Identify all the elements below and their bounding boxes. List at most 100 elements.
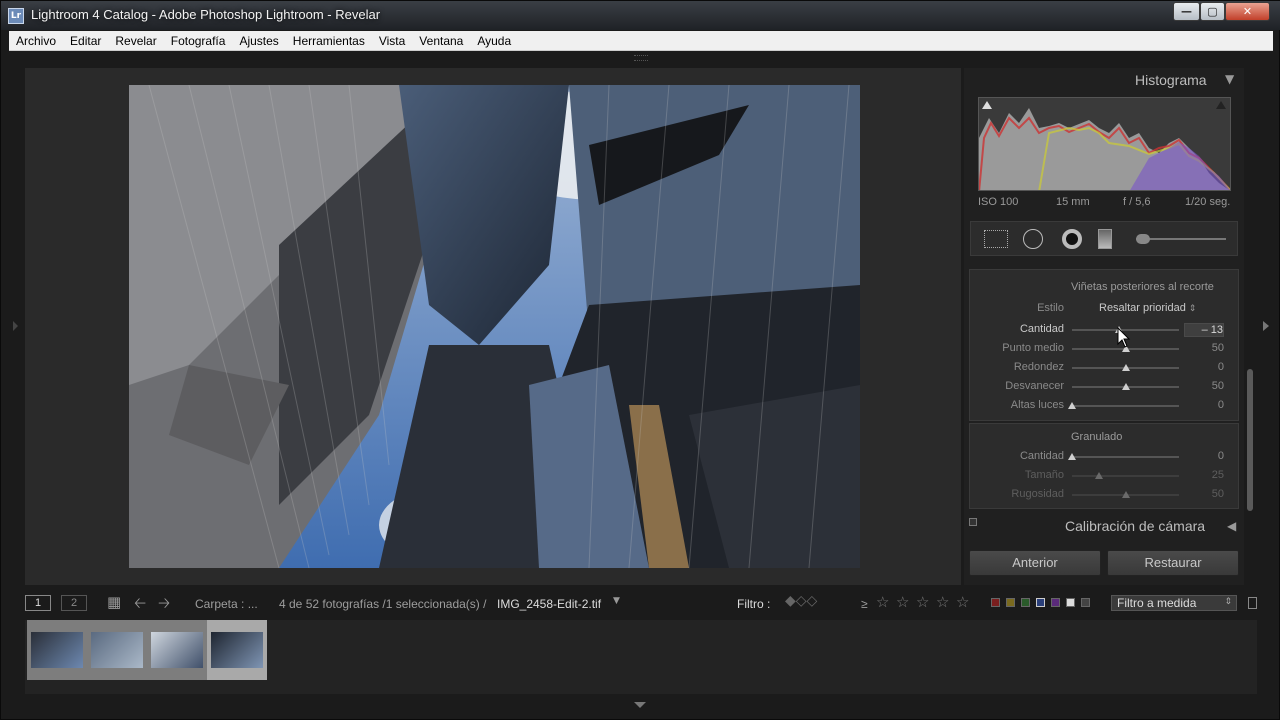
grain-roughness-label: Rugosidad xyxy=(1011,488,1064,500)
previous-button[interactable]: Anterior xyxy=(969,550,1101,576)
grain-amount-slider-thumb[interactable] xyxy=(1068,453,1076,460)
menu-ayuda[interactable]: Ayuda xyxy=(470,34,518,48)
main-image-area[interactable] xyxy=(25,68,961,585)
grain-roughness-value[interactable]: 50 xyxy=(1184,488,1224,500)
photo-preview[interactable] xyxy=(129,85,860,568)
style-select[interactable]: Resaltar prioridad ⇕ xyxy=(1099,302,1196,314)
amount-value[interactable]: – 13 xyxy=(1184,323,1224,337)
filter-preset-select[interactable]: Filtro a medida ⇕ xyxy=(1111,595,1237,611)
grain-size-value[interactable]: 25 xyxy=(1184,469,1224,481)
window-title: Lightroom 4 Catalog - Adobe Photoshop Li… xyxy=(31,7,381,22)
star-filter-2-icon[interactable]: ☆ xyxy=(896,593,909,611)
menu-fotografia[interactable]: Fotografía xyxy=(164,34,233,48)
preset-updown-icon: ⇕ xyxy=(1224,597,1232,607)
top-panel-toggle[interactable] xyxy=(634,55,648,61)
photo-count: 4 de 52 fotografías /1 seleccionada(s) / xyxy=(279,597,487,611)
thumb-image-1 xyxy=(31,632,83,668)
menu-revelar[interactable]: Revelar xyxy=(108,34,163,48)
close-button[interactable]: ✕ xyxy=(1225,2,1270,21)
camera-calibration-title[interactable]: Calibración de cámara xyxy=(1065,518,1205,534)
style-label: Estilo xyxy=(1037,302,1064,314)
calibration-toggle-switch[interactable] xyxy=(969,518,977,526)
feather-value[interactable]: 50 xyxy=(1184,380,1224,392)
main-monitor-button[interactable]: 1 xyxy=(25,595,51,611)
star-filter-3-icon[interactable]: ☆ xyxy=(916,593,929,611)
star-filter-4-icon[interactable]: ☆ xyxy=(936,593,949,611)
minimize-button[interactable]: — xyxy=(1173,2,1200,21)
menu-vista[interactable]: Vista xyxy=(372,34,412,48)
grain-size-slider[interactable] xyxy=(1072,475,1179,477)
grain-amount-slider[interactable] xyxy=(1072,456,1179,458)
feather-label: Desvanecer xyxy=(1005,380,1064,392)
flag-filter-icon[interactable]: ◆◇◇ xyxy=(785,593,817,609)
filter-label: Filtro : xyxy=(737,597,771,611)
color-label-custom-icon[interactable] xyxy=(1066,598,1075,607)
filter-lock-icon[interactable] xyxy=(1248,597,1257,609)
next-arrow-icon[interactable]: 🡢 xyxy=(158,593,170,618)
menu-ajustes[interactable]: Ajustes xyxy=(232,34,285,48)
highlights-value[interactable]: 0 xyxy=(1184,399,1224,411)
highlights-label: Altas luces xyxy=(1010,399,1064,411)
star-filter-1-icon[interactable]: ☆ xyxy=(876,593,889,611)
grain-title: Granulado xyxy=(1071,431,1123,443)
grain-amount-value[interactable]: 0 xyxy=(1184,450,1224,462)
feather-slider-thumb[interactable] xyxy=(1121,383,1130,390)
title-bar[interactable]: Lr Lightroom 4 Catalog - Adobe Photoshop… xyxy=(1,1,1280,30)
crop-icon[interactable] xyxy=(984,230,1008,248)
filter-preset-value: Filtro a medida xyxy=(1117,596,1197,610)
rating-operator[interactable]: ≥ xyxy=(861,597,868,611)
left-panel-toggle-icon[interactable] xyxy=(13,321,18,331)
filmstrip-thumb-1[interactable] xyxy=(27,620,87,680)
highlights-slider-thumb[interactable] xyxy=(1068,402,1076,409)
exif-aperture: f / 5,6 xyxy=(1123,196,1151,208)
previous-arrow-icon[interactable]: 🡠 xyxy=(134,593,146,618)
brush-tip-icon xyxy=(1136,234,1150,244)
minimize-icon: — xyxy=(1181,5,1192,18)
right-panel-scrollbar[interactable] xyxy=(1247,369,1253,511)
spot-removal-icon[interactable] xyxy=(1023,229,1043,249)
color-label-red-icon[interactable] xyxy=(991,598,1000,607)
reset-button[interactable]: Restaurar xyxy=(1107,550,1239,576)
photo-building-image xyxy=(129,85,860,568)
star-filter-5-icon[interactable]: ☆ xyxy=(956,593,969,611)
shadow-clipping-icon[interactable] xyxy=(982,101,992,109)
filmstrip-thumb-2[interactable] xyxy=(87,620,147,680)
color-label-green-icon[interactable] xyxy=(1021,598,1030,607)
grid-view-icon[interactable]: ▦ xyxy=(107,593,121,611)
updown-icon: ⇕ xyxy=(1188,303,1197,313)
menu-ventana[interactable]: Ventana xyxy=(412,34,470,48)
current-filename[interactable]: IMG_2458-Edit-2.tif xyxy=(497,597,601,611)
menu-editar[interactable]: Editar xyxy=(63,34,108,48)
folder-label[interactable]: Carpeta : ... xyxy=(195,597,258,611)
expand-triangle-icon[interactable]: ◀ xyxy=(1227,519,1236,533)
grain-size-slider-thumb[interactable] xyxy=(1094,472,1103,479)
exif-iso: ISO 100 xyxy=(978,196,1019,208)
color-label-purple-icon[interactable] xyxy=(1051,598,1060,607)
roundness-slider-thumb[interactable] xyxy=(1121,364,1130,371)
roundness-value[interactable]: 0 xyxy=(1184,361,1224,373)
histogram-graph[interactable] xyxy=(978,97,1231,191)
midpoint-value[interactable]: 50 xyxy=(1184,342,1224,354)
midpoint-label: Punto medio xyxy=(1002,342,1064,354)
filmstrip-thumb-4-selected[interactable] xyxy=(207,620,267,680)
highlight-clipping-icon[interactable] xyxy=(1216,101,1226,109)
graduated-filter-icon[interactable] xyxy=(1098,229,1112,249)
maximize-button[interactable]: ▢ xyxy=(1200,2,1225,21)
color-label-yellow-icon[interactable] xyxy=(1006,598,1015,607)
exif-shutter: 1/20 seg. xyxy=(1185,196,1231,208)
grain-roughness-slider-thumb[interactable] xyxy=(1121,491,1130,498)
menu-archivo[interactable]: Archivo xyxy=(9,34,63,48)
filmstrip-thumb-3[interactable] xyxy=(147,620,207,680)
menu-herramientas[interactable]: Herramientas xyxy=(286,34,372,48)
mouse-cursor-icon xyxy=(1117,327,1131,348)
bottom-panel-toggle-icon[interactable] xyxy=(634,702,646,708)
collapse-triangle-icon[interactable]: ▼ xyxy=(1225,72,1234,86)
color-label-blue-icon[interactable] xyxy=(1036,598,1045,607)
right-panel-toggle-icon[interactable] xyxy=(1263,321,1269,331)
highlights-slider[interactable] xyxy=(1072,405,1179,407)
color-label-none-icon[interactable] xyxy=(1081,598,1090,607)
filename-dropdown-icon[interactable]: ▼ xyxy=(613,596,620,606)
secondary-monitor-button[interactable]: 2 xyxy=(61,595,87,611)
red-eye-icon[interactable] xyxy=(1062,229,1082,249)
histogram-title[interactable]: Histograma xyxy=(1135,72,1207,88)
